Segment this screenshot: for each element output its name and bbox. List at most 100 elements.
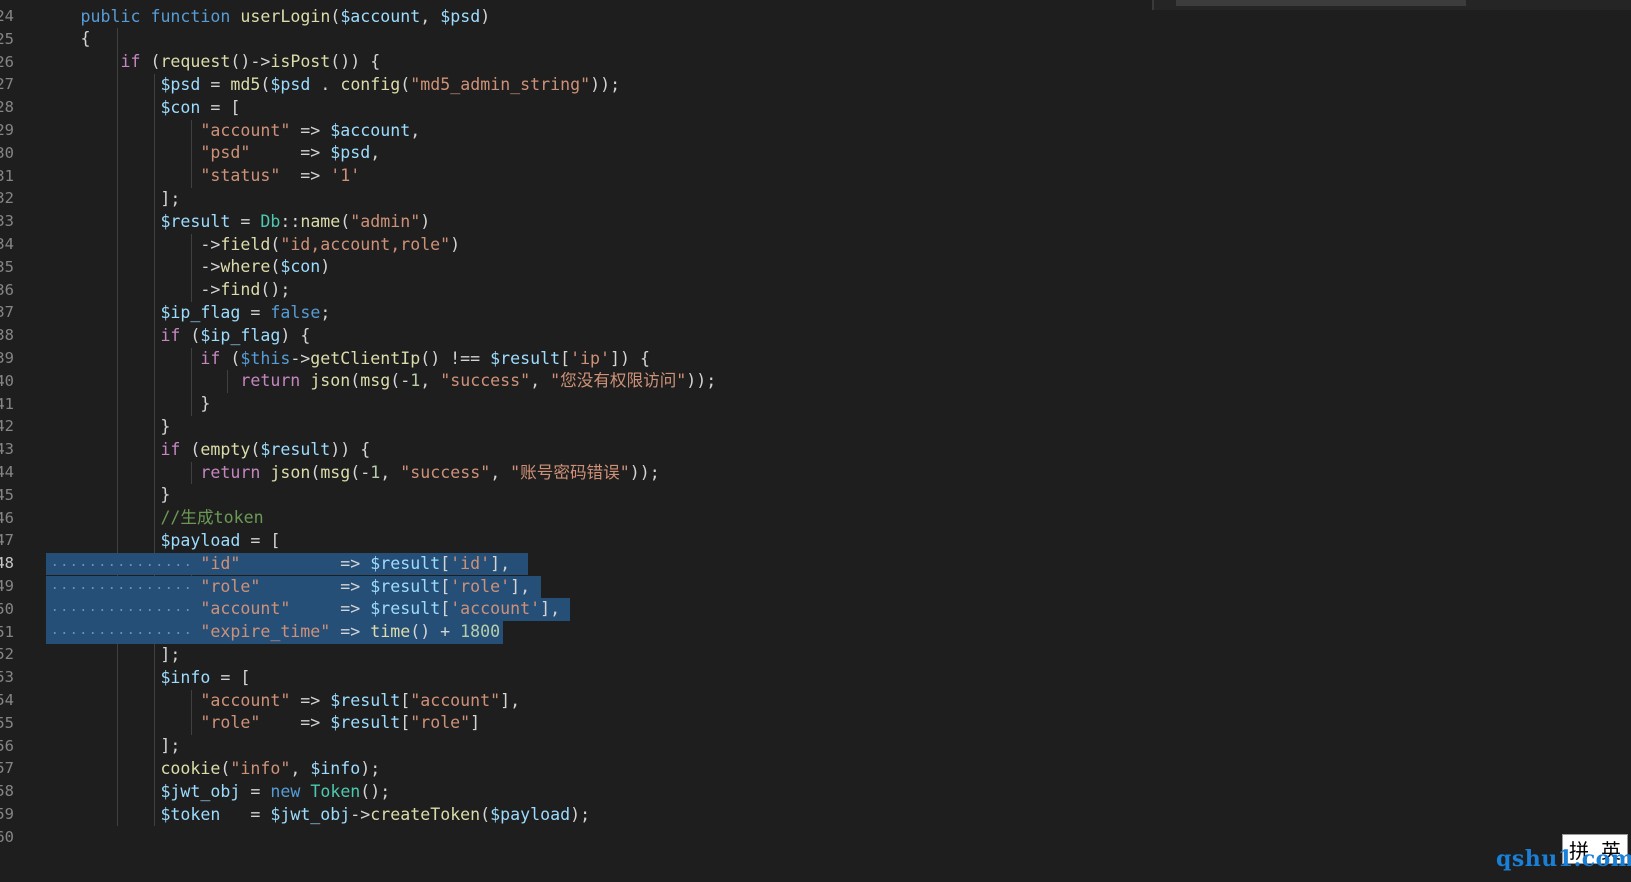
code-token: $con bbox=[280, 257, 321, 277]
code-token: = [ bbox=[210, 667, 251, 687]
code-token: ) { bbox=[280, 325, 311, 345]
line-number: 41 bbox=[0, 394, 14, 413]
code-token: $result bbox=[370, 599, 441, 619]
code-token: "status" bbox=[200, 166, 281, 186]
code-token: cookie bbox=[160, 758, 221, 778]
code-token: $payload bbox=[490, 804, 571, 824]
line-number: 47 bbox=[0, 531, 14, 550]
code-editor[interactable]: public function userLogin($account, $psd… bbox=[46, 0, 1631, 882]
code-token: config bbox=[340, 74, 401, 94]
code-line: } bbox=[80, 416, 171, 439]
code-line: return json(msg(-1, "success", "您没有权限访问"… bbox=[81, 370, 717, 393]
code-token: "expire_time" bbox=[200, 622, 331, 642]
minimap[interactable] bbox=[1152, 0, 1631, 10]
code-token: empty bbox=[200, 439, 251, 459]
code-token: ( bbox=[220, 758, 231, 778]
code-token: , bbox=[530, 371, 551, 391]
code-token: () + bbox=[410, 622, 461, 642]
code-token: ( bbox=[330, 6, 341, 26]
code-line: if ($this->getClientIp() !== $result['ip… bbox=[81, 348, 650, 371]
line-number: 26 bbox=[0, 52, 14, 71]
code-token: "account" bbox=[200, 690, 291, 710]
code-token: "账号密码错误" bbox=[510, 462, 630, 482]
code-token: $result bbox=[260, 439, 331, 459]
code-line: if ($ip_flag) { bbox=[81, 325, 311, 348]
code-token: ], bbox=[540, 599, 561, 619]
code-token: "success" bbox=[400, 462, 491, 482]
code-token: ( bbox=[480, 804, 491, 824]
code-token: $token bbox=[160, 804, 221, 824]
code-token: name bbox=[300, 211, 341, 231]
code-token: => bbox=[290, 120, 331, 140]
code-token: :: bbox=[280, 211, 301, 231]
line-number: 53 bbox=[0, 668, 14, 687]
watermark-logo: qshu1.com bbox=[1496, 846, 1631, 872]
code-token: "info" bbox=[230, 758, 291, 778]
code-token: } bbox=[80, 416, 171, 436]
code-token: "您没有权限访问" bbox=[550, 371, 687, 391]
code-token: Token bbox=[310, 781, 361, 801]
code-line: "account" => $account, bbox=[81, 120, 421, 143]
code-token: [ bbox=[440, 553, 451, 573]
code-token: if bbox=[200, 348, 221, 368]
code-line: ->find(); bbox=[81, 279, 290, 302]
code-token: ]; bbox=[80, 736, 181, 756]
code-token: )); bbox=[686, 371, 717, 391]
code-line: "account" => $result['account'], bbox=[81, 598, 561, 621]
code-token: , bbox=[290, 758, 311, 778]
code-token: return bbox=[240, 371, 301, 391]
code-token: )) { bbox=[330, 439, 371, 459]
code-token: $psd bbox=[270, 74, 311, 94]
code-token: $psd bbox=[440, 6, 481, 26]
code-token: ) bbox=[320, 257, 331, 277]
line-number: 54 bbox=[0, 691, 14, 709]
code-line: $info = [ bbox=[81, 667, 251, 690]
line-number: 31 bbox=[0, 166, 14, 185]
line-number: 35 bbox=[0, 257, 14, 276]
code-token: "id" bbox=[200, 553, 241, 573]
code-token: -> bbox=[80, 234, 221, 254]
code-token: Db bbox=[260, 211, 281, 231]
code-token: ( bbox=[180, 325, 201, 345]
code-token: => bbox=[330, 622, 371, 642]
minimap-slider[interactable] bbox=[1176, 0, 1466, 6]
line-number: 33 bbox=[0, 212, 14, 231]
code-token: ); bbox=[570, 804, 591, 824]
code-token: "account" bbox=[410, 690, 501, 710]
code-token: , bbox=[410, 120, 421, 140]
code-token: , bbox=[490, 462, 511, 482]
code-line: "account" => $result["account"], bbox=[81, 690, 521, 713]
code-token: "psd" bbox=[200, 143, 251, 163]
code-token: ], bbox=[500, 690, 521, 710]
line-number: 43 bbox=[0, 440, 14, 459]
code-token: -> bbox=[350, 804, 371, 824]
code-token: . bbox=[310, 74, 341, 94]
code-token: 'account' bbox=[450, 599, 541, 619]
code-token: ()) { bbox=[330, 52, 381, 72]
code-token: request bbox=[160, 52, 231, 72]
code-token: "success" bbox=[440, 371, 531, 391]
code-token: "account" bbox=[200, 599, 291, 619]
line-number: 27 bbox=[0, 75, 14, 94]
code-token: ) bbox=[450, 234, 461, 254]
code-token: "role" bbox=[200, 713, 261, 733]
code-token: json bbox=[310, 371, 351, 391]
code-line: $payload = [ bbox=[81, 530, 280, 553]
code-line: $ip_flag = false; bbox=[81, 302, 330, 325]
code-token: new bbox=[270, 781, 301, 801]
code-token: )); bbox=[590, 74, 621, 94]
code-token: () !== bbox=[420, 348, 491, 368]
